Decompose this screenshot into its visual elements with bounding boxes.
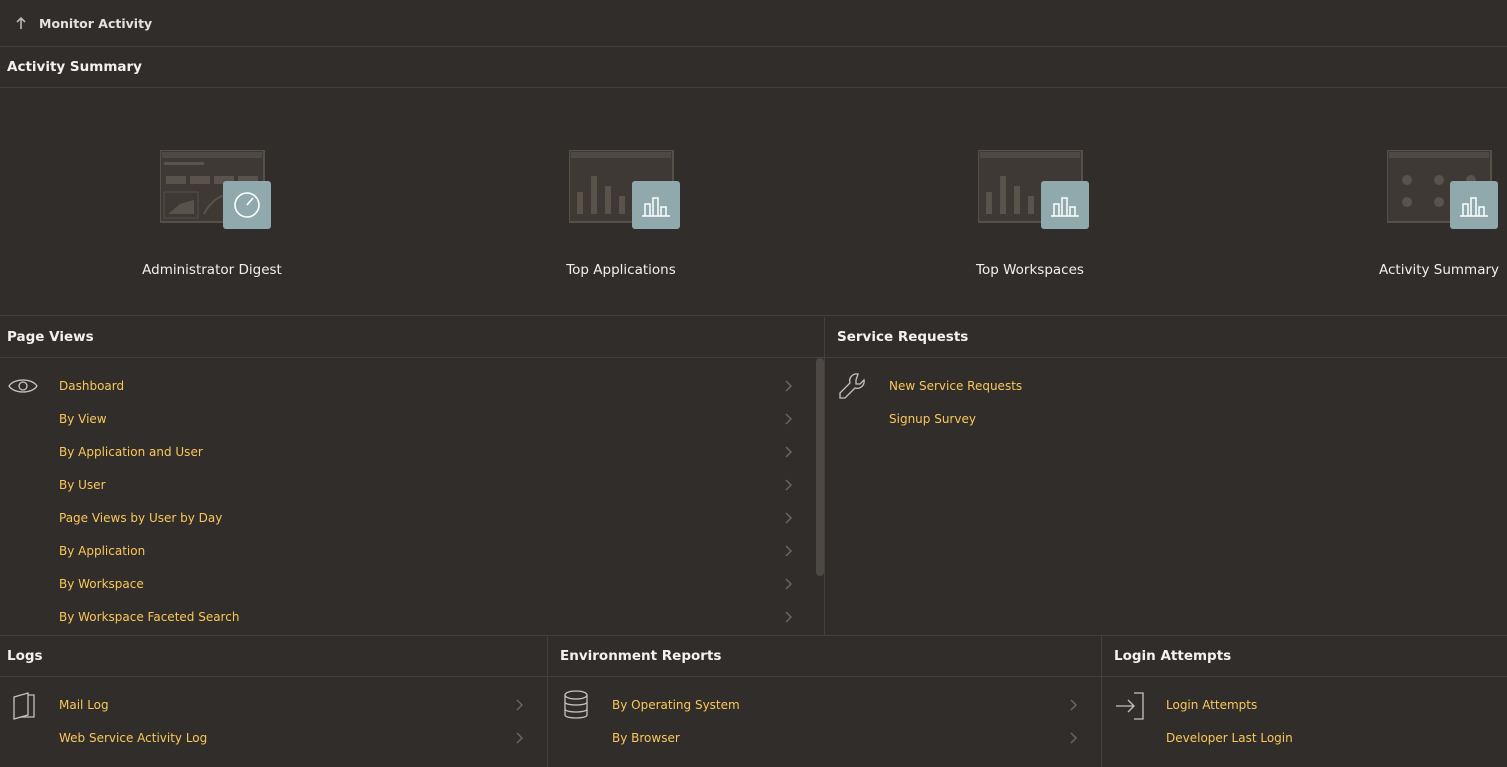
chevron-right-icon[interactable] xyxy=(783,577,793,591)
chevron-right-icon[interactable] xyxy=(783,610,793,624)
service-requests-item-link[interactable]: Signup Survey xyxy=(889,408,976,430)
top-bar: Monitor Activity xyxy=(0,0,1507,47)
page-title: Monitor Activity xyxy=(39,15,153,31)
activity-summary-cards: Administrator Digest Top Applications To… xyxy=(0,88,1507,316)
logs-item-link[interactable]: Mail Log xyxy=(59,694,109,716)
dashboard-thumbnail xyxy=(160,150,271,229)
page-views-item-link[interactable]: Dashboard xyxy=(59,375,124,397)
page-views-item-link[interactable]: By User xyxy=(59,474,106,496)
card-top-applications[interactable]: Top Applications xyxy=(501,150,741,290)
login-attempts-item-link[interactable]: Developer Last Login xyxy=(1166,727,1293,749)
eye-icon xyxy=(8,379,38,393)
divider xyxy=(824,317,825,635)
card-administrator-digest[interactable]: Administrator Digest xyxy=(92,150,332,290)
chevron-right-icon[interactable] xyxy=(783,379,793,393)
card-top-workspaces[interactable]: Top Workspaces xyxy=(910,150,1150,290)
page-views-heading: Page Views xyxy=(0,317,824,358)
activity-summary-heading: Activity Summary xyxy=(0,47,1507,88)
chevron-right-icon[interactable] xyxy=(783,445,793,459)
chevron-right-icon[interactable] xyxy=(783,544,793,558)
page-views-item-link[interactable]: By Workspace Faceted Search xyxy=(59,606,239,628)
service-requests-item-link[interactable]: New Service Requests xyxy=(889,375,1022,397)
bar-chart-thumbnail xyxy=(978,150,1089,229)
login-attempts-heading: Login Attempts xyxy=(1102,636,1507,677)
chevron-right-icon[interactable] xyxy=(514,698,524,712)
log-book-icon xyxy=(13,692,35,720)
wrench-icon xyxy=(839,373,865,399)
page-views-item-link[interactable]: By Application and User xyxy=(59,441,203,463)
card-label: Activity Summary xyxy=(1378,262,1500,278)
page-views-item-link[interactable]: By View xyxy=(59,408,107,430)
logs-item-link[interactable]: Web Service Activity Log xyxy=(59,727,207,749)
page-views-item-link[interactable]: By Application xyxy=(59,540,145,562)
environment-reports-heading: Environment Reports xyxy=(548,636,1101,677)
login-attempts-item-link[interactable]: Login Attempts xyxy=(1166,694,1257,716)
arrow-up-icon[interactable] xyxy=(14,15,28,31)
page-views-item-link[interactable]: By Workspace xyxy=(59,573,144,595)
bar-chart-thumbnail xyxy=(569,150,680,229)
environment-reports-item-link[interactable]: By Browser xyxy=(612,727,680,749)
page-views-item-link[interactable]: Page Views by User by Day xyxy=(59,507,222,529)
card-activity-summary[interactable]: Activity Summary xyxy=(1319,150,1507,290)
card-label: Administrator Digest xyxy=(142,262,282,278)
page-views-scrollbar[interactable] xyxy=(816,358,824,576)
chevron-right-icon[interactable] xyxy=(1068,731,1078,745)
chevron-right-icon[interactable] xyxy=(783,412,793,426)
environment-reports-item-link[interactable]: By Operating System xyxy=(612,694,740,716)
chevron-right-icon[interactable] xyxy=(514,731,524,745)
service-requests-heading: Service Requests xyxy=(825,317,1507,358)
list-thumbnail xyxy=(1387,150,1498,229)
database-icon xyxy=(564,690,588,719)
chevron-right-icon[interactable] xyxy=(1068,698,1078,712)
card-label: Top Workspaces xyxy=(976,262,1084,278)
sign-in-icon xyxy=(1116,692,1144,720)
chevron-right-icon[interactable] xyxy=(783,478,793,492)
card-label: Top Applications xyxy=(566,262,676,278)
logs-heading: Logs xyxy=(0,636,547,677)
chevron-right-icon[interactable] xyxy=(783,511,793,525)
